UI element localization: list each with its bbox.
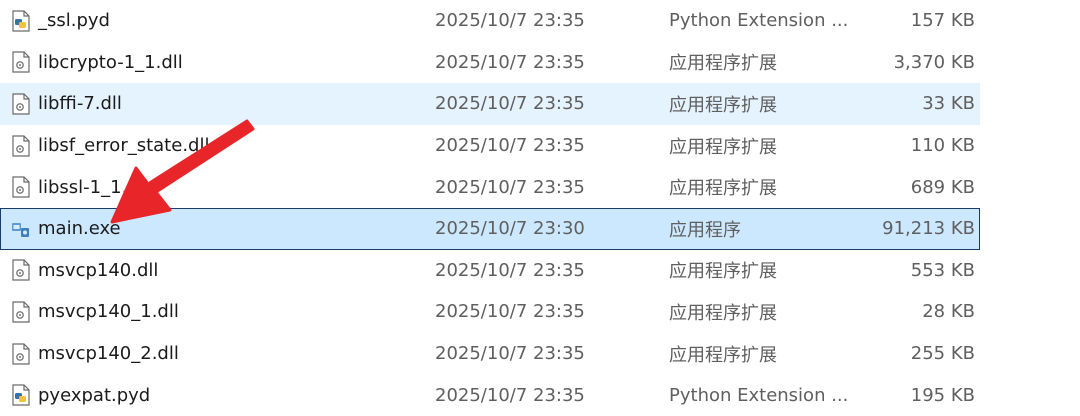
file-row[interactable]: libssl-1_1.dll 2025/10/7 23:35 应用程序扩展 68… [0, 166, 980, 208]
file-size: 689 KB [910, 176, 975, 198]
file-size: 255 KB [910, 343, 975, 365]
file-size: 28 KB [922, 301, 975, 323]
python-file-icon [10, 1, 32, 41]
file-size: 33 KB [922, 93, 975, 115]
file-type: 应用程序扩展 [669, 53, 777, 75]
file-row[interactable]: libsf_error_state.dll 2025/10/7 23:35 应用… [0, 125, 980, 167]
file-type: Python Extension ... [669, 384, 849, 406]
dll-file-icon [10, 126, 32, 166]
file-size: 91,213 KB [882, 218, 975, 240]
file-type: 应用程序扩展 [669, 261, 777, 283]
file-row[interactable]: msvcp140_1.dll 2025/10/7 23:35 应用程序扩展 28… [0, 291, 980, 333]
python-file-icon [10, 375, 32, 415]
file-row[interactable]: msvcp140.dll 2025/10/7 23:35 应用程序扩展 553 … [0, 250, 980, 292]
file-name: msvcp140_1.dll [38, 301, 179, 323]
file-row[interactable]: msvcp140_2.dll 2025/10/7 23:35 应用程序扩展 25… [0, 333, 980, 375]
file-date: 2025/10/7 23:35 [435, 10, 585, 32]
file-size: 3,370 KB [893, 51, 975, 73]
file-date: 2025/10/7 23:35 [435, 259, 585, 281]
file-type: 应用程序扩展 [669, 302, 777, 324]
file-row[interactable]: libcrypto-1_1.dll 2025/10/7 23:35 应用程序扩展… [0, 42, 980, 84]
file-size: 110 KB [910, 135, 975, 157]
dll-file-icon [10, 84, 32, 124]
file-type: 应用程序扩展 [669, 178, 777, 200]
file-date: 2025/10/7 23:35 [435, 343, 585, 365]
file-type: 应用程序 [669, 219, 741, 241]
file-size: 195 KB [910, 384, 975, 406]
file-name: main.exe [38, 218, 121, 240]
file-name: libssl-1_1.dll [38, 176, 149, 198]
file-name: msvcp140_2.dll [38, 343, 179, 365]
dll-file-icon [10, 292, 32, 332]
file-row[interactable]: pyexpat.pyd 2025/10/7 23:35 Python Exten… [0, 374, 980, 416]
file-size: 157 KB [910, 10, 975, 32]
file-row[interactable]: libffi-7.dll 2025/10/7 23:35 应用程序扩展 33 K… [0, 83, 980, 125]
file-type: Python Extension ... [669, 10, 849, 32]
file-type: 应用程序扩展 [669, 344, 777, 366]
file-date: 2025/10/7 23:35 [435, 51, 585, 73]
file-date: 2025/10/7 23:35 [435, 301, 585, 323]
file-name: msvcp140.dll [38, 259, 159, 281]
file-date: 2025/10/7 23:35 [435, 176, 585, 198]
file-name: libffi-7.dll [38, 93, 122, 115]
dll-file-icon [10, 251, 32, 291]
file-name: pyexpat.pyd [38, 384, 151, 406]
file-date: 2025/10/7 23:35 [435, 93, 585, 115]
file-name: libcrypto-1_1.dll [38, 51, 183, 73]
dll-file-icon [10, 167, 32, 207]
file-name: libsf_error_state.dll [38, 135, 210, 157]
file-list: _ssl.pyd 2025/10/7 23:35 Python Extensio… [0, 0, 1080, 416]
dll-file-icon [10, 334, 32, 374]
file-row[interactable]: main.exe 2025/10/7 23:30 应用程序 91,213 KB [0, 207, 980, 250]
exe-file-icon [10, 209, 32, 249]
dll-file-icon [10, 43, 32, 83]
file-type: 应用程序扩展 [669, 136, 777, 158]
file-name: _ssl.pyd [38, 10, 110, 32]
file-type: 应用程序扩展 [669, 94, 777, 116]
file-date: 2025/10/7 23:35 [435, 135, 585, 157]
file-date: 2025/10/7 23:35 [435, 384, 585, 406]
file-date: 2025/10/7 23:30 [435, 218, 585, 240]
file-row[interactable]: _ssl.pyd 2025/10/7 23:35 Python Extensio… [0, 0, 980, 42]
file-size: 553 KB [910, 259, 975, 281]
